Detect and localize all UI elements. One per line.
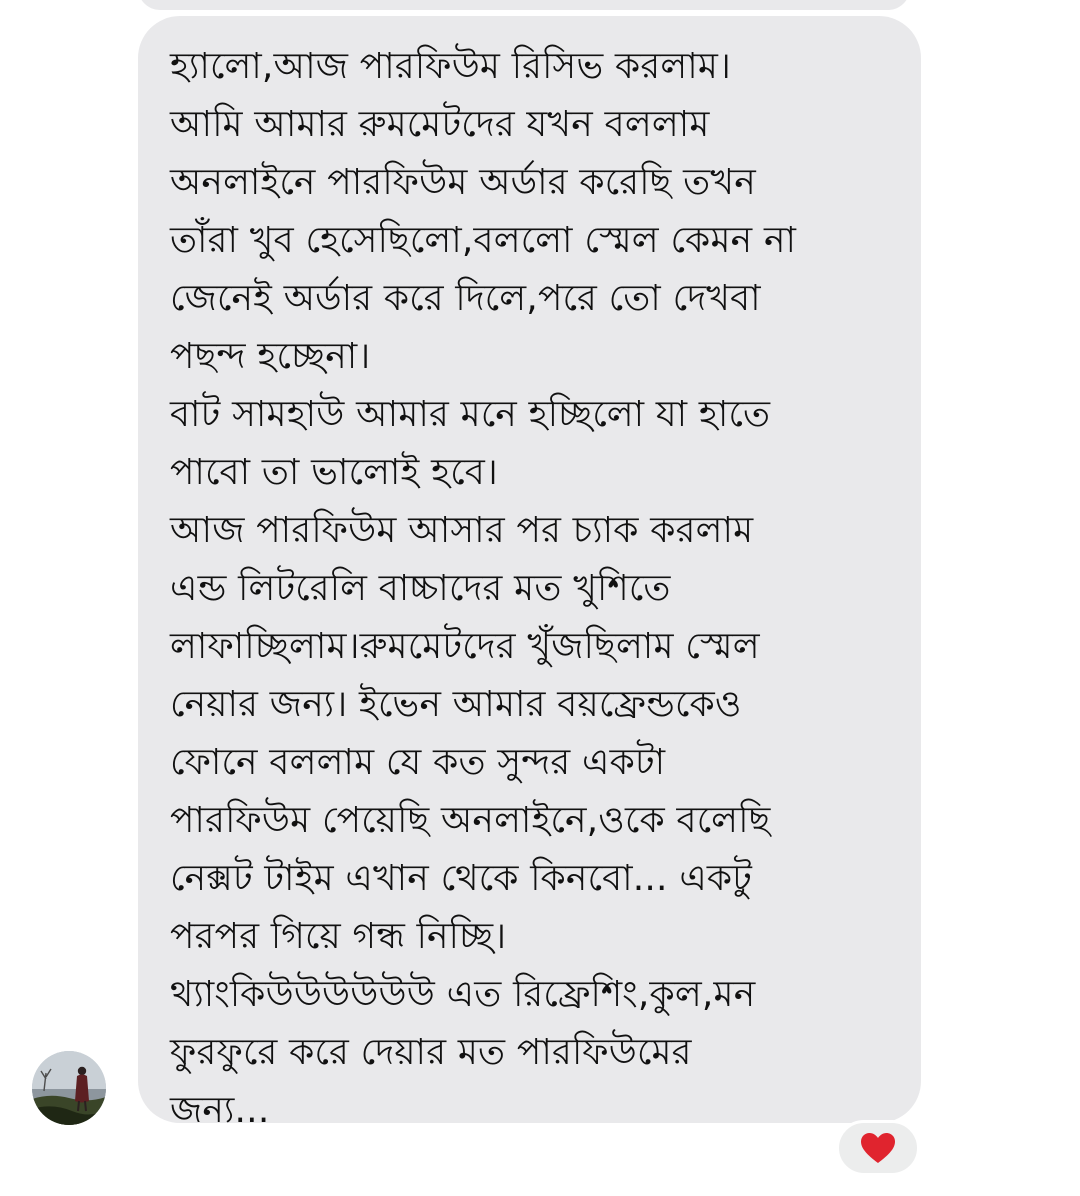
message-line: আজ পারফিউম আসার পর চ্যাক করলাম (170, 510, 754, 551)
message-line: তাঁরা খুব হেসেছিলো,বললো স্মেল কেমন না (170, 220, 797, 261)
message-line: পারফিউম পেয়েছি অনলাইনে,ওকে বলেছি (170, 800, 771, 841)
message-line: লাফাচ্ছিলাম।রুমমেটদের খুঁজছিলাম স্মেল (170, 626, 760, 667)
message-line: নেক্সট টাইম এখান থেকে কিনবো... একটু (170, 858, 753, 899)
heart-icon (861, 1133, 895, 1163)
message-line: এন্ড লিটরেলি বাচ্চাদের মত খুশিতে (170, 568, 671, 609)
message-line: আমি আমার রুমমেটদের যখন বললাম (170, 104, 710, 145)
message-line: অনলাইনে পারফিউম অর্ডার করেছি তখন (170, 162, 756, 203)
message-line: পরপর গিয়ে গন্ধ নিচ্ছি। (170, 916, 507, 957)
message-line: নেয়ার জন্য। ইভেন আমার বয়ফ্রেন্ডকেও (170, 684, 742, 725)
message-bubble[interactable]: হ্যালো,আজ পারফিউম রিসিভ করলাম। আমি আমার … (138, 16, 921, 1131)
message-line: জেনেই অর্ডার করে দিলে,পরে তো দেখবা (170, 278, 761, 319)
heart-reaction[interactable] (836, 1120, 920, 1176)
message-line: হ্যালো,আজ পারফিউম রিসিভ করলাম। (170, 46, 732, 87)
message-line: থ্যাংকিউউউউউউ এত রিফ্রেশিং,কুল,মন (170, 974, 756, 1015)
previous-message-bubble (138, 0, 910, 10)
message-line: পাবো তা ভালোই হবে। (170, 452, 499, 493)
sender-avatar[interactable] (32, 1051, 106, 1125)
message-line: জন্য... (170, 1090, 270, 1131)
avatar-photo (32, 1051, 106, 1125)
message-line: পছন্দ হচ্ছেনা। (170, 336, 371, 377)
message-text: হ্যালো,আজ পারফিউম রিসিভ করলাম। আমি আমার … (170, 38, 891, 1140)
message-line: ফোনে বললাম যে কত সুন্দর একটা (170, 742, 666, 783)
message-line: ফুরফুরে করে দেয়ার মত পারফিউমের (170, 1032, 692, 1073)
message-line: বাট সামহাউ আমার মনে হচ্ছিলো যা হাতে (170, 394, 771, 435)
